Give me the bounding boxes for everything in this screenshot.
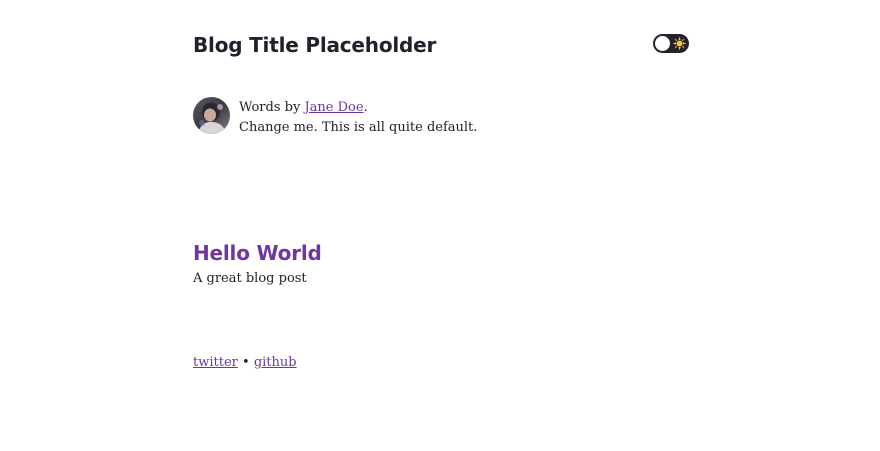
page: Blog Title Placeholder Words by Jane Doe… [0, 0, 880, 451]
bio-tagline: Change me. This is all quite default. [239, 120, 478, 135]
theme-toggle[interactable] [653, 34, 689, 53]
footer-separator: • [242, 355, 250, 370]
github-link[interactable]: github [254, 355, 297, 370]
twitter-link[interactable]: twitter [193, 355, 238, 370]
site-title-link[interactable]: Blog Title Placeholder [193, 30, 436, 60]
avatar [193, 97, 230, 134]
site-header: Blog Title Placeholder [193, 30, 689, 62]
bio-text: Words by Jane Doe. Change me. This is al… [239, 98, 477, 138]
post-item: Hello World A great blog post [193, 238, 689, 289]
byline: Words by Jane Doe. [239, 98, 477, 118]
post-title-link[interactable]: Hello World [193, 238, 689, 268]
byline-suffix: . [363, 100, 368, 115]
sun-icon [672, 36, 687, 51]
post-description: A great blog post [193, 271, 307, 286]
site-footer: twitter • github [193, 353, 297, 373]
toggle-knob [654, 35, 671, 52]
author-link[interactable]: Jane Doe [304, 100, 363, 115]
byline-prefix: Words by [239, 100, 305, 115]
